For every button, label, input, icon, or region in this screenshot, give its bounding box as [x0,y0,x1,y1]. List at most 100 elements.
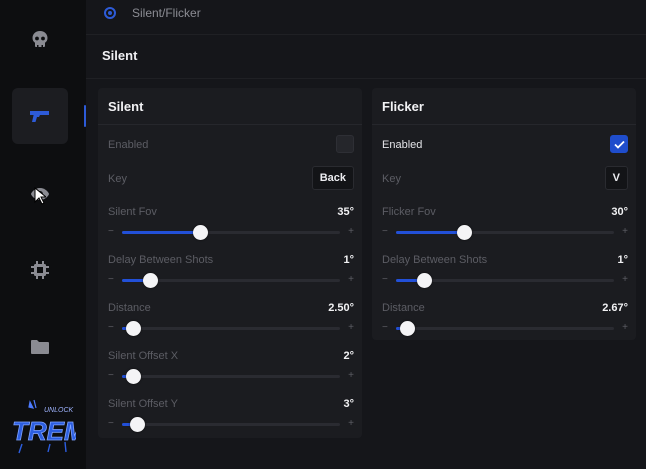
silent-enabled-checkbox[interactable] [336,135,354,153]
slider-fill [122,231,201,234]
key-label: Key [108,173,127,185]
decrement-button[interactable]: − [108,321,114,335]
slider[interactable]: − + [108,417,354,432]
increment-button[interactable]: + [348,417,354,431]
slider-value: 1° [343,254,354,266]
check-icon [613,140,625,149]
slider-row: Distance 2.67° [382,302,628,314]
increment-button[interactable]: + [348,321,354,335]
slider-track[interactable] [122,369,340,384]
flicker-panel: Flicker Enabled Key V Flicker Fov 30° − + De… [372,88,636,340]
decrement-button[interactable]: − [382,321,388,335]
sidebar-item-visuals[interactable] [12,12,68,68]
slider-value: 2.67° [602,302,628,314]
slider-row: Delay Between Shots 1° [382,254,628,266]
slider-row: Delay Between Shots 1° [108,254,354,266]
flicker-key-button[interactable]: V [604,166,628,190]
slider-knob[interactable] [193,225,209,240]
slider[interactable]: − + [108,273,354,288]
slider-value: 35° [337,206,354,218]
panel-title: Silent [98,88,362,125]
slider-knob[interactable] [417,273,433,288]
increment-button[interactable]: + [348,369,354,383]
skull-icon [32,31,48,47]
section-title: Silent [102,48,138,63]
slider-value: 30° [611,206,628,218]
sidebar-item-aimbot[interactable] [12,88,68,144]
slider-knob[interactable] [125,369,141,384]
logo-text: TREM [12,416,76,446]
logo-sub-text: UNLOCK [44,407,74,414]
increment-button[interactable]: + [622,273,628,287]
increment-button[interactable]: + [622,225,628,239]
slider-label: Silent Offset Y [108,398,178,410]
key-row: Key Back [108,166,354,190]
slider-track[interactable] [122,225,340,240]
slider-knob[interactable] [456,225,472,240]
slider-row: Silent Fov 35° [108,206,354,218]
slider-value: 2.50° [328,302,354,314]
flicker-enabled-checkbox[interactable] [610,135,628,153]
decrement-button[interactable]: − [108,225,114,239]
active-indicator [84,105,86,127]
slider-label: Silent Offset X [108,350,179,362]
eye-icon [104,7,116,19]
silent-key-button[interactable]: Back [311,166,354,190]
chip-icon [31,261,49,279]
gun-icon [30,111,49,122]
slider-track[interactable] [122,417,340,432]
slider[interactable]: − + [108,225,354,240]
slider[interactable]: − + [382,273,628,288]
decrement-button[interactable]: − [382,273,388,287]
slider-value: 3° [343,398,354,410]
decrement-button[interactable]: − [382,225,388,239]
slider-value: 2° [343,350,354,362]
slider-track[interactable] [396,273,614,288]
slider-label: Delay Between Shots [382,254,488,266]
brand-logo: UNLOCK TREM [10,398,87,456]
slider-row: Silent Offset Y 3° [108,398,354,410]
slider-knob[interactable] [143,273,159,288]
slider-fill [396,231,464,234]
slider-track[interactable] [396,225,614,240]
sidebar-item-misc[interactable] [12,242,68,298]
increment-button[interactable]: + [348,225,354,239]
mouse-cursor-icon [34,187,46,205]
breadcrumb: Silent/Flicker [100,0,646,26]
slider-value: 1° [617,254,628,266]
slider-row: Distance 2.50° [108,302,354,314]
slider-label: Distance [108,302,151,314]
sidebar: UNLOCK TREM [0,0,87,469]
breadcrumb-label: Silent/Flicker [132,6,201,20]
enabled-row: Enabled [108,135,354,153]
enabled-row: Enabled [382,135,628,153]
panel-title: Flicker [372,88,636,125]
slider-label: Flicker Fov [382,206,436,218]
slider-label: Silent Fov [108,206,157,218]
slider-knob[interactable] [399,321,415,336]
slider-track[interactable] [396,321,614,336]
increment-button[interactable]: + [622,321,628,335]
slider[interactable]: − + [108,369,354,384]
slider[interactable]: − + [108,321,354,336]
slider-knob[interactable] [130,417,146,432]
key-label: Key [382,173,401,185]
slider-knob[interactable] [125,321,141,336]
divider [86,34,646,35]
enabled-label: Enabled [108,139,149,151]
slider-label: Distance [382,302,425,314]
slider[interactable]: − + [382,321,628,336]
slider-row: Flicker Fov 30° [382,206,628,218]
slider-row: Silent Offset X 2° [108,350,354,362]
folder-icon [31,340,49,354]
slider-track[interactable] [122,273,340,288]
slider[interactable]: − + [382,225,628,240]
key-row: Key V [382,166,628,190]
decrement-button[interactable]: − [108,273,114,287]
sidebar-item-configs[interactable] [12,319,68,375]
decrement-button[interactable]: − [108,417,114,431]
slider-track[interactable] [122,321,340,336]
increment-button[interactable]: + [348,273,354,287]
decrement-button[interactable]: − [108,369,114,383]
divider [86,78,646,79]
